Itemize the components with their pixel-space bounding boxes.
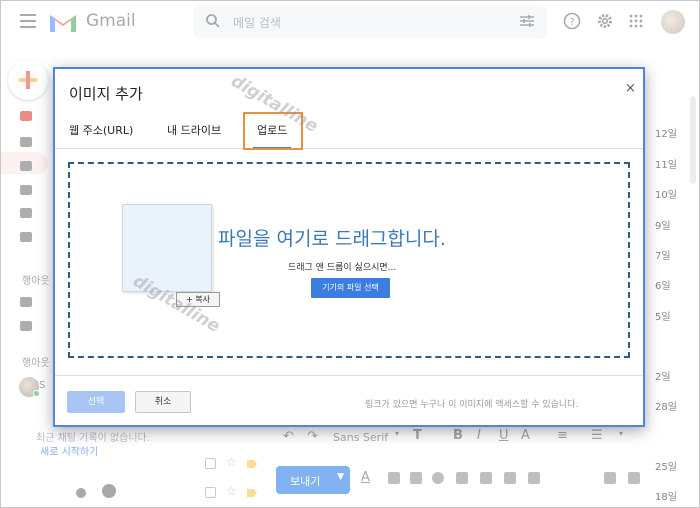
cancel-button[interactable]: 취소 [135,391,191,413]
dialog-title: 이미지 추가 [69,85,143,103]
dialog-footer-divider [55,375,643,376]
select-button[interactable]: 선택 [67,391,125,413]
close-icon[interactable]: × [625,81,636,96]
drag-alternative-text: 드래그 앤 드롭이 싫으시면... [288,263,397,273]
tab-my-drive[interactable]: 내 드라이브 [167,122,221,138]
dialog-tabs: 웹 주소(URL) 내 드라이브 업로드 [55,119,643,149]
tab-web-url[interactable]: 웹 주소(URL) [69,122,133,138]
add-image-dialog: 이미지 추가 × 웹 주소(URL) 내 드라이브 업로드 + 복사 파일을 여… [53,67,645,427]
choose-file-button[interactable]: 기기의 파일 선택 [311,278,390,298]
file-drop-zone[interactable]: + 복사 파일을 여기로 드래그합니다. 드래그 앤 드롭이 싫으시면... 기… [68,162,630,358]
drag-instruction: 파일을 여기로 드래그합니다. [218,228,446,250]
access-notice: 링크가 있으면 누구나 이 이미지에 액세스할 수 있습니다. [365,400,579,410]
